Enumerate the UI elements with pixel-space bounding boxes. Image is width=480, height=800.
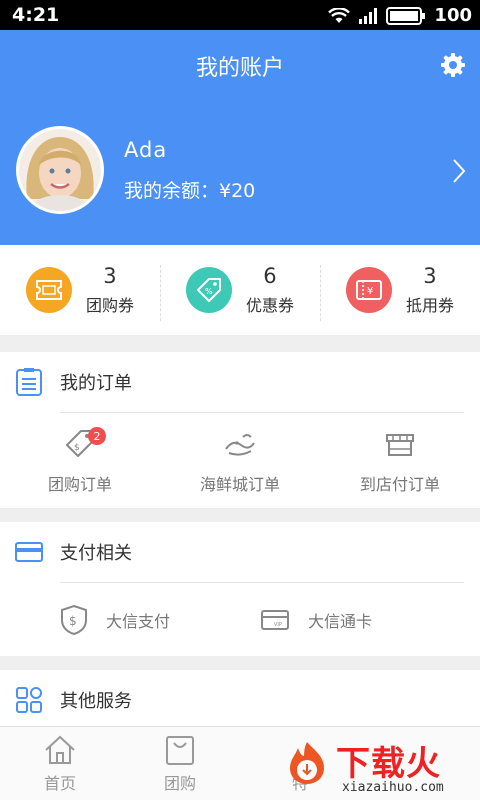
group-voucher[interactable]: 3 团购券 — [0, 245, 160, 335]
avatar-photo — [19, 129, 101, 211]
deduction-voucher-label: 抵用券 — [405, 296, 454, 315]
svg-text:$: $ — [69, 614, 77, 628]
voucher-summary: 3 团购券 % 6 优惠券 ¥ 3 抵用券 — [0, 245, 480, 335]
group-order-label: 团购订单 — [47, 475, 112, 494]
grid-apps-icon — [16, 687, 42, 713]
avatar[interactable] — [16, 126, 104, 214]
seafood-order-button[interactable]: 海鲜城订单 — [160, 413, 320, 509]
daxin-card-label: 大信通卡 — [308, 612, 373, 631]
watermark-title: 下载火 — [336, 744, 441, 784]
ticket-icon — [25, 267, 72, 313]
battery-icon — [386, 6, 426, 25]
other-services-section: 其他服务 — [0, 670, 480, 730]
discount-voucher-count: 6 — [263, 264, 277, 288]
group-voucher-count: 3 — [103, 264, 117, 288]
discount-voucher-label: 优惠券 — [245, 296, 294, 315]
tab-group-buy-label: 团购 — [163, 773, 196, 793]
tab-home-label: 首页 — [43, 773, 76, 793]
download-fire-logo-icon — [290, 742, 324, 784]
fish-icon — [225, 434, 255, 456]
svg-text:¥: ¥ — [367, 286, 373, 297]
payment-title: 支付相关 — [60, 543, 132, 564]
status-bar: 4:21 100 — [0, 0, 480, 30]
daxin-pay-button[interactable]: $ 大信支付 — [60, 583, 260, 657]
svg-text:$: $ — [74, 443, 80, 453]
watermark-url: xiazaihuo.com — [342, 780, 444, 795]
clipboard-list-icon — [16, 368, 42, 396]
balance-text: 我的余额：¥20 — [124, 180, 256, 202]
storefront-icon — [386, 434, 414, 456]
daxin-card-button[interactable]: VIP 大信通卡 — [260, 583, 460, 657]
wifi-icon — [328, 7, 351, 23]
settings-gear-icon[interactable] — [440, 52, 466, 78]
other-services-title: 其他服务 — [60, 691, 132, 712]
orders-title: 我的订单 — [60, 373, 132, 394]
in-store-order-button[interactable]: 到店付订单 — [320, 413, 480, 509]
deduction-voucher-count: 3 — [423, 264, 437, 288]
credit-card-icon — [15, 542, 43, 562]
tab-home[interactable]: 首页 — [0, 727, 120, 800]
vip-card-icon: VIP — [261, 610, 289, 630]
shopping-bag-icon — [166, 735, 194, 765]
signal-icon — [359, 7, 378, 24]
chevron-right-icon[interactable] — [452, 158, 466, 184]
orders-header[interactable]: 我的订单 — [0, 352, 480, 412]
svg-text:%: % — [205, 287, 213, 296]
page-title: 我的账户 — [195, 56, 284, 81]
group-order-button[interactable]: $ 2 团购订单 — [0, 413, 160, 509]
status-time: 4:21 — [12, 4, 60, 26]
seafood-order-label: 海鲜城订单 — [199, 475, 280, 494]
deduction-voucher[interactable]: ¥ 3 抵用券 — [320, 245, 480, 335]
tab-group-buy[interactable]: 团购 — [120, 727, 240, 800]
discount-tag-icon: % — [185, 267, 232, 313]
site-watermark: 下载火 xiazaihuo.com — [282, 736, 480, 800]
daxin-pay-label: 大信支付 — [106, 612, 171, 631]
battery-level: 100 — [434, 5, 472, 26]
payment-header[interactable]: 支付相关 — [0, 522, 480, 582]
group-voucher-label: 团购券 — [85, 296, 134, 315]
discount-voucher[interactable]: % 6 优惠券 — [160, 245, 320, 335]
home-icon — [45, 735, 75, 764]
shield-yuan-icon: $ — [61, 604, 87, 636]
in-store-order-label: 到店付订单 — [359, 475, 440, 494]
order-count-badge: 2 — [88, 427, 106, 445]
account-header: 我的账户 Ada 我的余额：¥20 — [0, 30, 480, 245]
other-services-header[interactable]: 其他服务 — [0, 670, 480, 730]
orders-section: 我的订单 $ 2 团购订单 海鲜城订单 到店付订单 — [0, 352, 480, 508]
yuan-voucher-icon: ¥ — [345, 267, 392, 313]
svg-text:VIP: VIP — [274, 622, 282, 628]
username: Ada — [124, 138, 168, 162]
payment-section: 支付相关 $ 大信支付 VIP 大信通卡 — [0, 522, 480, 656]
